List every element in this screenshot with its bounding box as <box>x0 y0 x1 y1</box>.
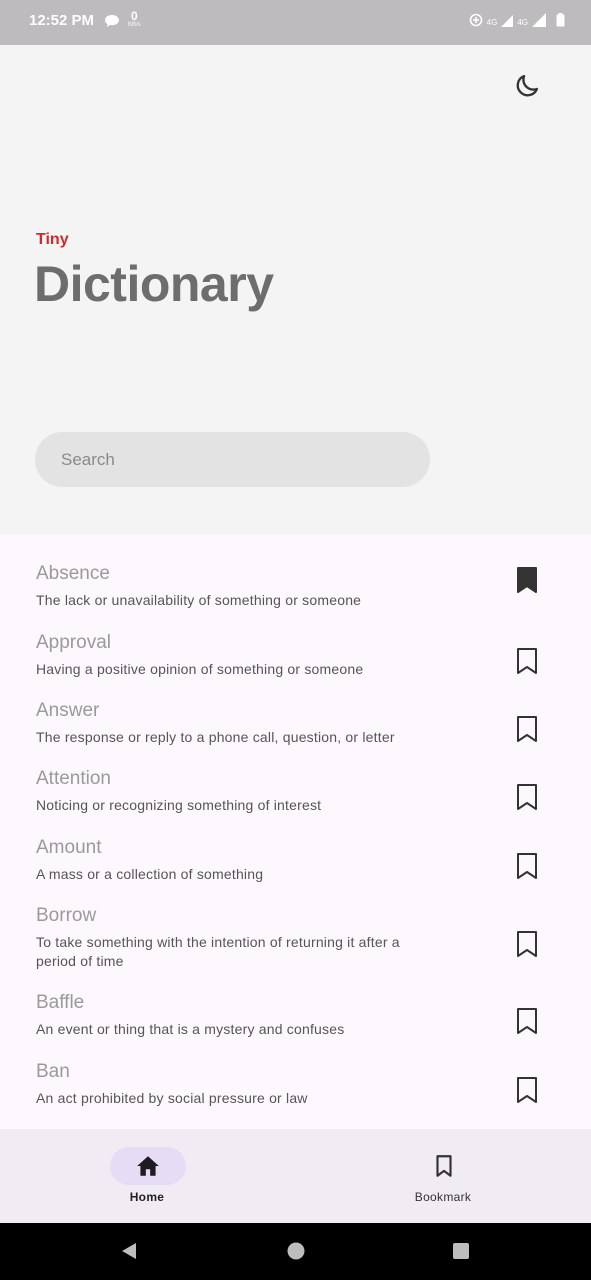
bookmark-outline-icon[interactable] <box>516 1077 538 1103</box>
word-definition: Noticing or recognizing something of int… <box>36 797 322 813</box>
home-circle-icon[interactable] <box>286 1241 306 1261</box>
word-definition: To take something with the intention of … <box>36 934 400 969</box>
network-type-2: 4G <box>517 18 528 27</box>
word-definition: The lack or unavailability of something … <box>36 592 362 608</box>
word-title: Baffle <box>36 992 85 1013</box>
word-title: Ban <box>36 1061 70 1082</box>
bookmark-outline-icon[interactable] <box>516 716 538 742</box>
signal-icon-2 <box>532 13 546 32</box>
moon-icon <box>516 74 539 97</box>
bookmark-outline-icon[interactable] <box>516 784 538 810</box>
bookmark-filled-icon[interactable] <box>516 567 538 593</box>
nav-bookmark[interactable]: Bookmark <box>343 1129 543 1223</box>
word-title: Attention <box>36 768 111 789</box>
status-time: 12:52 PM <box>29 12 95 29</box>
status-indicators: 4G 4G <box>469 13 565 32</box>
bookmark-icon <box>436 1155 452 1177</box>
recents-icon[interactable] <box>451 1241 471 1261</box>
network-speed: 0 KB/s <box>128 9 141 28</box>
data-saver-icon <box>469 13 483 32</box>
word-definition: An event or thing that is a mystery and … <box>36 1021 345 1037</box>
word-definition: A mass or a collection of something <box>36 866 264 882</box>
status-bar: 12:52 PM 0 KB/s 4G 4G <box>0 0 591 45</box>
dark-mode-toggle[interactable] <box>513 72 541 100</box>
signal-icon-1 <box>501 14 514 32</box>
page-title: Dictionary <box>34 256 274 312</box>
nav-bookmark-label: Bookmark <box>414 1190 472 1204</box>
bookmark-outline-icon[interactable] <box>516 853 538 879</box>
bookmark-outline-icon[interactable] <box>516 931 538 957</box>
search-input[interactable] <box>35 432 430 487</box>
battery-icon <box>556 13 565 32</box>
hero-header: Tiny Dictionary <box>0 45 591 534</box>
word-title: Answer <box>36 700 100 721</box>
chat-bubble-icon <box>104 14 120 33</box>
word-title: Approval <box>36 632 111 653</box>
word-title: Absence <box>36 563 110 584</box>
back-icon[interactable] <box>119 1241 139 1261</box>
word-title: Borrow <box>36 905 97 926</box>
bookmark-outline-icon[interactable] <box>516 1008 538 1034</box>
home-icon <box>137 1156 159 1176</box>
word-title: Amount <box>36 837 102 858</box>
bottom-navigation: Home Bookmark <box>0 1129 591 1223</box>
system-navigation-bar <box>0 1223 591 1280</box>
nav-home-label: Home <box>129 1190 165 1204</box>
word-list: Absence The lack or unavailability of so… <box>0 534 591 1129</box>
bookmark-outline-icon[interactable] <box>516 648 538 674</box>
network-type-1: 4G <box>486 18 498 27</box>
word-definition: The response or reply to a phone call, q… <box>36 729 395 745</box>
word-definition: Having a positive opinion of something o… <box>36 661 364 677</box>
app-kicker: Tiny <box>36 231 69 248</box>
nav-home[interactable]: Home <box>47 1129 247 1223</box>
word-definition: An act prohibited by social pressure or … <box>36 1090 308 1106</box>
